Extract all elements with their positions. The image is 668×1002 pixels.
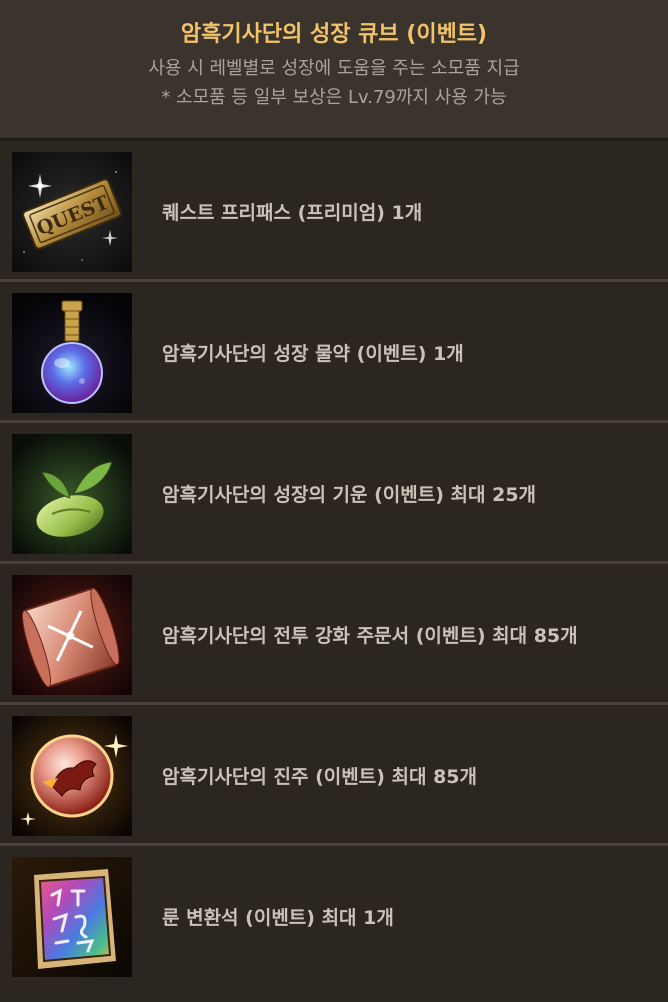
panel-title: 암흑기사단의 성장 큐브 (이벤트) xyxy=(180,22,488,47)
cube-reward-panel: 암흑기사단의 성장 큐브 (이벤트) 사용 시 레벨별로 성장에 도움을 주는 … xyxy=(0,0,668,1002)
panel-note: * 소모품 등 일부 보상은 Lv.79까지 사용 가능 xyxy=(161,87,507,108)
reward-item-growth-potion[interactable]: 암흑기사단의 성장 물약 (이벤트) 1개 xyxy=(0,282,668,423)
dragon-pearl-icon xyxy=(12,716,132,836)
reward-item-label: 암흑기사단의 성장의 기운 (이벤트) 최대 25개 xyxy=(162,484,537,506)
reward-item-rune-converter[interactable]: 룬 변환석 (이벤트) 최대 1개 xyxy=(0,846,668,987)
potion-icon xyxy=(12,293,132,413)
reward-item-label: 암흑기사단의 진주 (이벤트) 최대 85개 xyxy=(162,766,477,788)
rune-stone-icon xyxy=(12,857,132,977)
reward-item-battle-scroll[interactable]: 암흑기사단의 전투 강화 주문서 (이벤트) 최대 85개 xyxy=(0,564,668,705)
panel-description: 사용 시 레벨별로 성장에 도움을 주는 소모품 지급 xyxy=(148,58,520,79)
reward-list: QUEST 퀘스트 프리패스 (프리미엄) 1개 암흑기사단의 성장 물약 (이… xyxy=(0,141,668,987)
reward-item-label: 암흑기사단의 성장 물약 (이벤트) 1개 xyxy=(162,343,464,365)
scroll-icon xyxy=(12,575,132,695)
panel-header: 암흑기사단의 성장 큐브 (이벤트) 사용 시 레벨별로 성장에 도움을 주는 … xyxy=(0,0,668,141)
reward-item-label: 암흑기사단의 전투 강화 주문서 (이벤트) 최대 85개 xyxy=(162,625,578,647)
reward-item-quest-freepass[interactable]: QUEST 퀘스트 프리패스 (프리미엄) 1개 xyxy=(0,141,668,282)
quest-ticket-icon: QUEST xyxy=(12,152,132,272)
reward-item-label: 퀘스트 프리패스 (프리미엄) 1개 xyxy=(162,202,423,224)
sprout-icon xyxy=(12,434,132,554)
reward-item-growth-energy[interactable]: 암흑기사단의 성장의 기운 (이벤트) 최대 25개 xyxy=(0,423,668,564)
reward-item-dark-pearl[interactable]: 암흑기사단의 진주 (이벤트) 최대 85개 xyxy=(0,705,668,846)
reward-item-label: 룬 변환석 (이벤트) 최대 1개 xyxy=(162,907,394,929)
